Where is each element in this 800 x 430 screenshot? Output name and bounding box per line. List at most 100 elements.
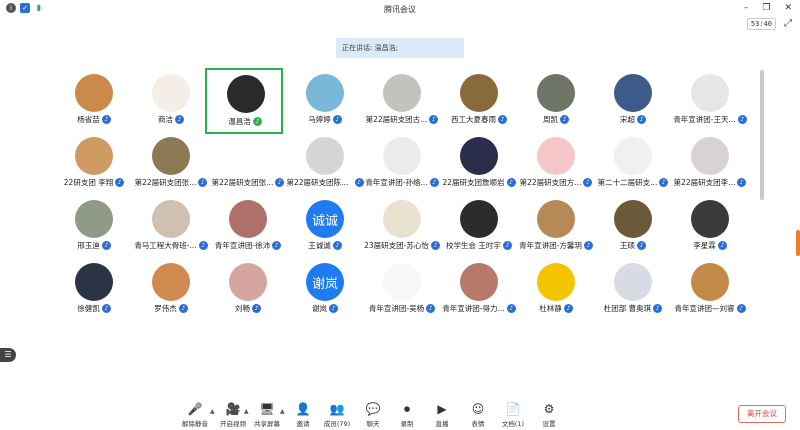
participant-tile[interactable]: 马婷婷 ♪ bbox=[287, 70, 363, 130]
participant-name: 罗伟杰 bbox=[154, 304, 177, 313]
participant-tile[interactable]: 22研支团 李翔 ♪ bbox=[56, 133, 132, 193]
participant-name: 商洁 bbox=[158, 115, 173, 124]
avatar bbox=[460, 263, 498, 301]
mic-status-icon: ♪ bbox=[498, 115, 507, 124]
participant-name-row: 商洁 ♪ bbox=[129, 114, 213, 125]
fullscreen-icon[interactable]: ⤢ bbox=[784, 18, 792, 29]
participant-name-row: 22届研支团詹顺岩 ♪ bbox=[437, 177, 521, 188]
participant-tile[interactable]: 杨省喆 ♪ bbox=[56, 70, 132, 130]
participant-name-row: 第22届研支团张... ♪ bbox=[129, 177, 213, 188]
participant-tile[interactable]: 青年宣讲团-方馨玥 ♪ bbox=[518, 196, 594, 256]
participant-tile[interactable]: 第22届研支团李... ♪ bbox=[672, 133, 748, 193]
leave-meeting-button[interactable]: 离开会议 bbox=[738, 405, 786, 423]
toolbar-button-6[interactable]: ⏺ 录制 bbox=[390, 402, 424, 428]
toolbar-button-4[interactable]: 👥 成员(79) bbox=[320, 402, 354, 428]
toolbar-button-3[interactable]: 👤 邀请 bbox=[286, 402, 320, 428]
participant-tile[interactable]: 谢岚 谢岚 ♪ bbox=[287, 259, 363, 319]
shield-icon[interactable]: ✓ bbox=[20, 3, 30, 13]
restore-icon[interactable]: ❐ bbox=[762, 3, 770, 13]
toolbar-button-5[interactable]: 💬 聊天 bbox=[356, 402, 390, 428]
window-controls: – ❐ ✕ bbox=[744, 3, 792, 13]
participant-tile[interactable]: 校学生会 王时宇 ♪ bbox=[441, 196, 517, 256]
info-icon[interactable]: i bbox=[6, 3, 16, 13]
toolbar-label: 解除静音 bbox=[182, 420, 208, 428]
participant-tile[interactable]: 青年宣讲团—刘睿 ♪ bbox=[672, 259, 748, 319]
avatar bbox=[691, 74, 729, 112]
avatar bbox=[383, 137, 421, 175]
participant-tile[interactable]: 青年宣讲团-孙络... ♪ bbox=[364, 133, 440, 193]
participant-tile[interactable]: 第22届研支团张... ♪ bbox=[133, 133, 209, 193]
participant-name-row: 第二十二届研支... ♪ bbox=[591, 177, 675, 188]
participant-tile[interactable]: 罗伟杰 ♪ bbox=[133, 259, 209, 319]
toolbar-button-10[interactable]: ⚙ 设置 bbox=[532, 402, 566, 428]
toolbar-label: 设置 bbox=[542, 420, 556, 428]
toolbar-button-0[interactable]: 🎤 解除静音 bbox=[178, 402, 212, 428]
avatar bbox=[614, 200, 652, 238]
mic-status-icon: ♪ bbox=[659, 178, 669, 187]
toolbar-button-9[interactable]: 📄 文档(1) bbox=[496, 402, 530, 428]
participant-tile[interactable]: 青年宣讲团-徐沛 ♪ bbox=[210, 196, 286, 256]
participant-tile[interactable]: 22届研支团詹顺岩 ♪ bbox=[441, 133, 517, 193]
participant-tile[interactable]: 杜团部 曹奥琪 ♪ bbox=[595, 259, 671, 319]
participant-name: 刘畅 bbox=[235, 304, 250, 313]
participant-tile[interactable]: 第22届研支团陈雨墨 ♪ bbox=[287, 133, 364, 193]
participant-tile[interactable]: 王硕 ♪ bbox=[595, 196, 671, 256]
avatar bbox=[229, 137, 267, 175]
participant-name-row: 青年宣讲团-徐沛 ♪ bbox=[206, 240, 290, 251]
toolbar-icon: 📄 bbox=[505, 402, 521, 416]
toolbar-icon: 👥 bbox=[329, 402, 345, 416]
mic-status-icon: ♪ bbox=[101, 241, 111, 250]
participant-tile[interactable]: 青年宣讲团-得力... ♪ bbox=[441, 259, 517, 319]
participant-tile[interactable]: 诚诚 王诚诚 ♪ bbox=[287, 196, 363, 256]
participant-tile[interactable]: 徐健凯 ♪ bbox=[56, 259, 132, 319]
caret-up-icon[interactable]: ▲ bbox=[244, 408, 249, 415]
participant-tile[interactable]: 第22届研支团张... ♪ bbox=[210, 133, 286, 193]
participant-name-row: 杜林静 ♪ bbox=[514, 303, 598, 314]
avatar bbox=[537, 137, 575, 175]
participant-tile[interactable]: 温昌浩 ♪ bbox=[205, 68, 283, 134]
participant-tile[interactable]: 刘畅 ♪ bbox=[210, 259, 286, 319]
participant-tile[interactable]: 宋超 ♪ bbox=[595, 70, 671, 130]
avatar bbox=[229, 263, 267, 301]
mic-status-icon: ♪ bbox=[653, 304, 663, 313]
avatar bbox=[383, 74, 421, 112]
participant-tile[interactable]: 李星霖 ♪ bbox=[672, 196, 748, 256]
participant-name-row: 西工大夏春雨 ♪ bbox=[437, 114, 521, 125]
toolbar-icon: 🖥 bbox=[259, 402, 275, 416]
toolbar-icon: 👤 bbox=[295, 402, 311, 416]
toolbar-button-7[interactable]: ▶ 直播 bbox=[425, 402, 459, 428]
caret-up-icon[interactable]: ▲ bbox=[280, 408, 285, 415]
participant-name-row: 第22届研支团张... ♪ bbox=[206, 177, 290, 188]
participant-tile[interactable]: 邢玉迪 ♪ bbox=[56, 196, 132, 256]
participant-tile[interactable]: 青年宣讲团-王天... ♪ bbox=[672, 70, 748, 130]
toolbar-button-8[interactable]: ☺ 表情 bbox=[461, 402, 495, 428]
participant-name: 青年宣讲团-方馨玥 bbox=[519, 241, 582, 250]
participant-tile[interactable]: 周凯 ♪ bbox=[518, 70, 594, 130]
avatar bbox=[152, 74, 190, 112]
participant-name-row: 杜团部 曹奥琪 ♪ bbox=[591, 303, 675, 314]
participant-tile[interactable]: 第22届研支团方... ♪ bbox=[518, 133, 594, 193]
participant-tile[interactable]: 商洁 ♪ bbox=[133, 70, 209, 130]
minimize-icon[interactable]: – bbox=[744, 3, 749, 13]
participant-tile[interactable]: 杜林静 ♪ bbox=[518, 259, 594, 319]
participant-name: 杨省喆 bbox=[77, 115, 100, 124]
participant-tile[interactable]: 青马工程大骨班-... ♪ bbox=[133, 196, 209, 256]
grid-scrollbar[interactable] bbox=[760, 70, 764, 200]
participant-name-row: 第22届研支团方... ♪ bbox=[514, 177, 598, 188]
participant-tile[interactable]: 第二十二届研支... ♪ bbox=[595, 133, 671, 193]
toolbar-icon: ▶ bbox=[437, 402, 447, 416]
caret-up-icon[interactable]: ▲ bbox=[210, 408, 215, 415]
participant-name: 第22届研支团方... bbox=[519, 178, 582, 187]
toolbar-button-1[interactable]: 🎥 开启视频 bbox=[216, 402, 250, 428]
list-toggle-icon[interactable]: ☰ bbox=[0, 348, 16, 362]
close-icon[interactable]: ✕ bbox=[784, 3, 792, 13]
signal-icon[interactable]: ▮ bbox=[34, 3, 44, 13]
participant-tile[interactable]: 青年宣讲团-吴杨 ♪ bbox=[364, 259, 440, 319]
participant-tile[interactable]: 23届研支团-苏心怡 ♪ bbox=[364, 196, 440, 256]
side-panel-handle[interactable] bbox=[796, 230, 800, 256]
toolbar-button-2[interactable]: 🖥 共享屏幕 bbox=[250, 402, 284, 428]
participant-tile[interactable]: 第22届研支团古... ♪ bbox=[364, 70, 440, 130]
avatar bbox=[152, 263, 190, 301]
avatar bbox=[614, 74, 652, 112]
participant-tile[interactable]: 西工大夏春雨 ♪ bbox=[441, 70, 517, 130]
